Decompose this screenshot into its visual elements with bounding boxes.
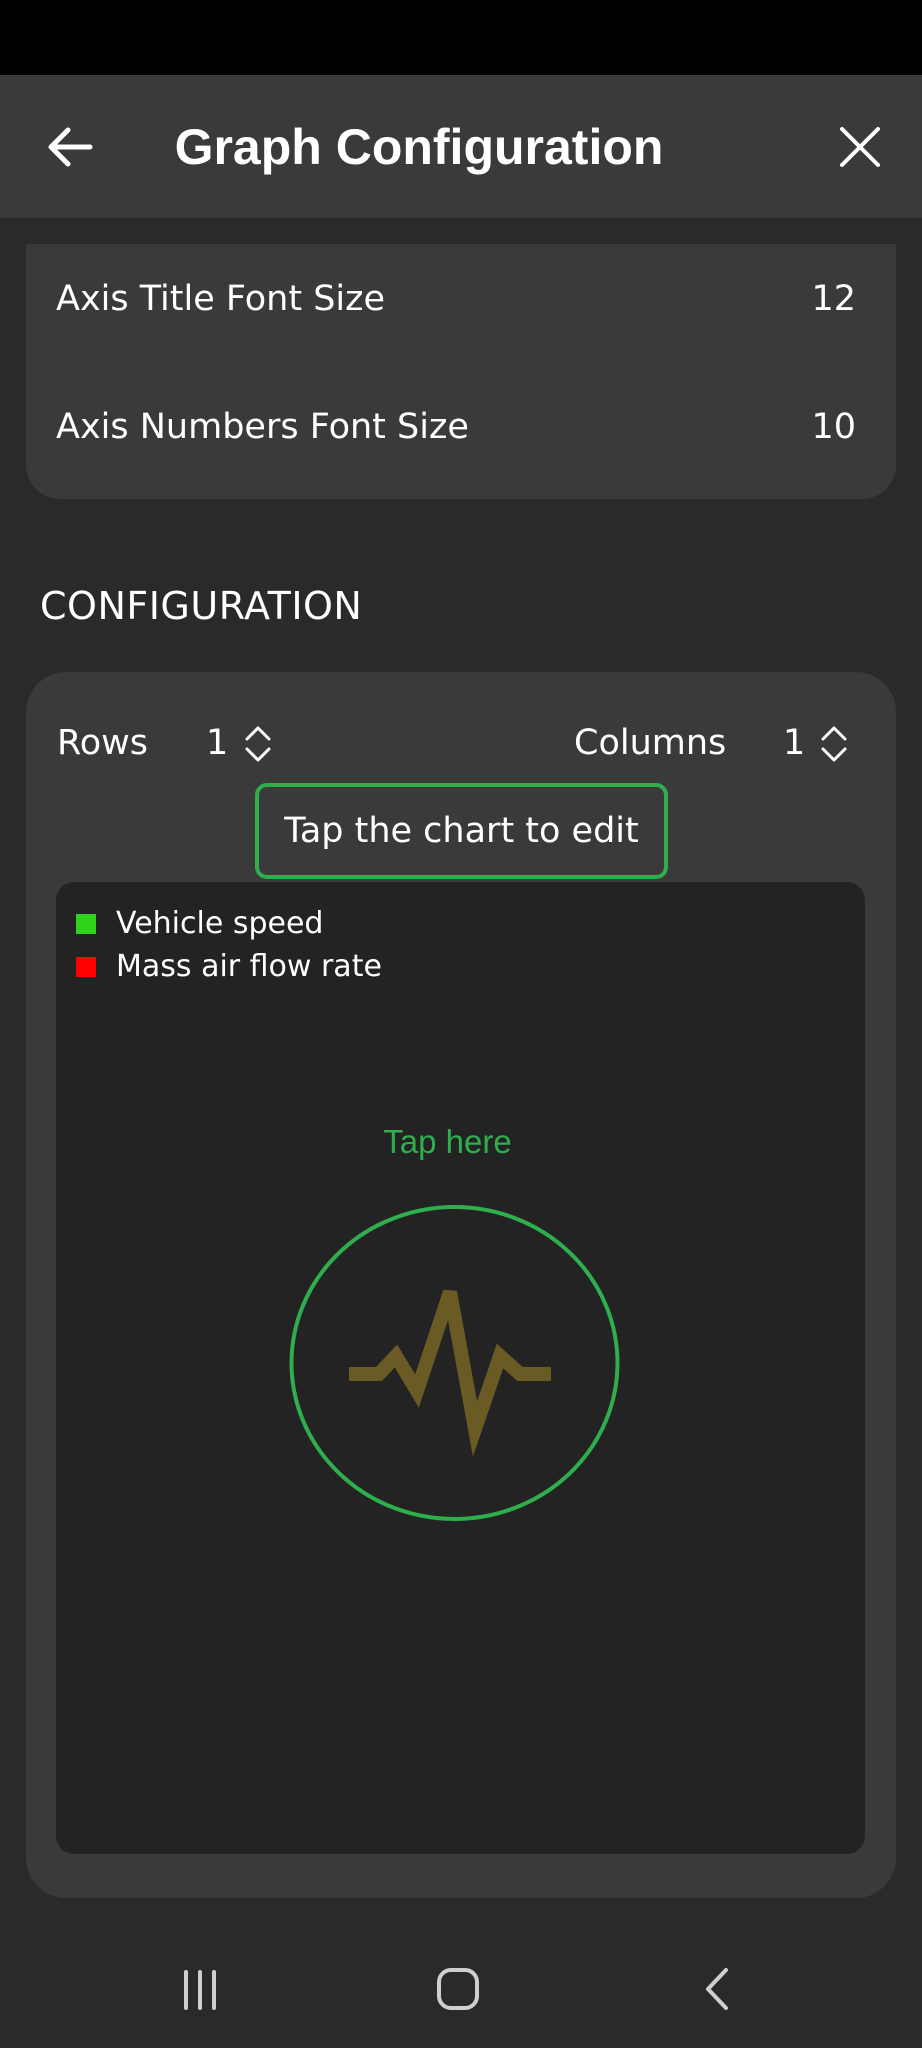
axis-title-font-size-row[interactable]: Axis Title Font Size 12 [56, 269, 856, 329]
columns-value: 1 [783, 723, 806, 763]
page-title: Graph Configuration [174, 119, 664, 175]
setting-value: 12 [811, 279, 856, 319]
app-bar: Graph Configuration [0, 75, 922, 218]
system-nav-bar [0, 1924, 922, 2048]
home-icon[interactable] [428, 1964, 488, 2014]
rows-label: Rows [57, 723, 149, 763]
chart-preview[interactable]: Vehicle speed Mass air flow rate Tap her… [56, 882, 865, 1854]
tap-here-label: Tap here [383, 1123, 512, 1160]
setting-value: 10 [811, 407, 856, 447]
close-icon[interactable] [830, 117, 890, 177]
configuration-card: Rows 1 Columns 1 Tap the chart to edit V… [26, 672, 896, 1898]
pulse-icon [349, 1289, 551, 1457]
axis-numbers-font-size-row[interactable]: Axis Numbers Font Size 10 [56, 397, 856, 457]
status-bar [0, 0, 922, 75]
rows-value: 1 [206, 723, 229, 763]
rows-stepper-icon[interactable] [243, 724, 273, 764]
font-settings-card: Axis Title Font Size 12 Axis Numbers Fon… [26, 244, 896, 499]
tap-here-button[interactable] [289, 1204, 620, 1522]
setting-label: Axis Numbers Font Size [56, 407, 469, 447]
setting-label: Axis Title Font Size [56, 279, 386, 319]
section-header: CONFIGURATION [40, 584, 363, 628]
legend-label: Vehicle speed [116, 906, 324, 941]
legend-label: Mass air flow rate [116, 949, 382, 984]
columns-label: Columns [574, 723, 727, 763]
back-chevron-icon[interactable] [688, 1964, 748, 2014]
columns-stepper-icon[interactable] [819, 724, 849, 764]
legend-swatch [76, 957, 96, 977]
recents-icon[interactable] [170, 1964, 230, 2014]
tap-chart-hint: Tap the chart to edit [255, 783, 668, 879]
legend-swatch [76, 914, 96, 934]
